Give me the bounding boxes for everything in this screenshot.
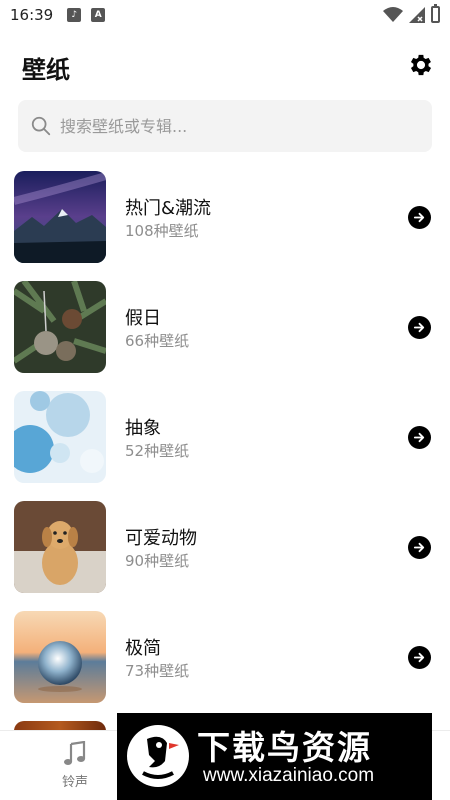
search-icon bbox=[31, 116, 51, 136]
battery-icon bbox=[431, 4, 440, 23]
category-title: 极简 bbox=[125, 638, 161, 659]
watermark-title: 下载鸟资源 bbox=[197, 728, 372, 767]
page-title: 壁纸 bbox=[22, 56, 70, 84]
category-title: 热门&潮流 bbox=[125, 198, 212, 219]
arrow-right-icon[interactable] bbox=[408, 316, 431, 339]
wifi-icon bbox=[383, 6, 403, 22]
gear-icon bbox=[410, 54, 432, 76]
thumbnail-night-sky bbox=[14, 171, 106, 263]
category-title: 可爱动物 bbox=[125, 528, 197, 549]
status-bar: 16:39 ♪ A bbox=[0, 0, 450, 30]
nav-item-ringtones[interactable]: 铃声 bbox=[42, 741, 108, 790]
app-header: 壁纸 bbox=[0, 40, 450, 92]
thumbnail-blue-bubbles bbox=[14, 391, 106, 483]
thumbnail-golden-puppy bbox=[14, 501, 106, 593]
watermark: 下载鸟资源 www.xiazainiao.com bbox=[117, 713, 432, 800]
nav-label: 铃声 bbox=[61, 775, 88, 790]
arrow-right-icon[interactable] bbox=[408, 206, 431, 229]
search-input[interactable] bbox=[60, 116, 400, 136]
category-title: 抽象 bbox=[125, 418, 161, 439]
app-a-icon: A bbox=[91, 8, 106, 22]
category-count: 108种壁纸 bbox=[125, 222, 199, 240]
category-list: 热门&潮流 108种壁纸 假日 66种壁纸 抽象 52种壁纸 可爱动物 90种壁… bbox=[0, 160, 450, 710]
category-title: 假日 bbox=[125, 308, 161, 329]
category-count: 90种壁纸 bbox=[125, 552, 190, 570]
arrow-right-icon[interactable] bbox=[408, 536, 431, 559]
category-count: 52种壁纸 bbox=[125, 442, 190, 460]
watermark-url: www.xiazainiao.com bbox=[203, 765, 375, 786]
thumbnail-glass-sphere bbox=[14, 611, 106, 703]
settings-button[interactable] bbox=[406, 50, 436, 80]
music-note-icon bbox=[64, 741, 86, 765]
system-icons bbox=[383, 4, 440, 23]
bird-logo-icon bbox=[127, 725, 189, 787]
search-box[interactable] bbox=[18, 100, 432, 152]
arrow-right-icon[interactable] bbox=[408, 646, 431, 669]
category-count: 66种壁纸 bbox=[125, 332, 190, 350]
category-row-holiday[interactable]: 假日 66种壁纸 bbox=[0, 270, 450, 380]
status-time: 16:39 bbox=[10, 6, 54, 24]
thumbnail-christmas-ornaments bbox=[14, 281, 106, 373]
signal-icon bbox=[409, 6, 425, 23]
category-count: 73种壁纸 bbox=[125, 662, 190, 680]
category-row-minimal[interactable]: 极简 73种壁纸 bbox=[0, 600, 450, 710]
category-row-trending[interactable]: 热门&潮流 108种壁纸 bbox=[0, 160, 450, 270]
category-row-cute-animals[interactable]: 可爱动物 90种壁纸 bbox=[0, 490, 450, 600]
arrow-right-icon[interactable] bbox=[408, 426, 431, 449]
category-row-abstract[interactable]: 抽象 52种壁纸 bbox=[0, 380, 450, 490]
music-note-icon: ♪ bbox=[67, 8, 82, 22]
